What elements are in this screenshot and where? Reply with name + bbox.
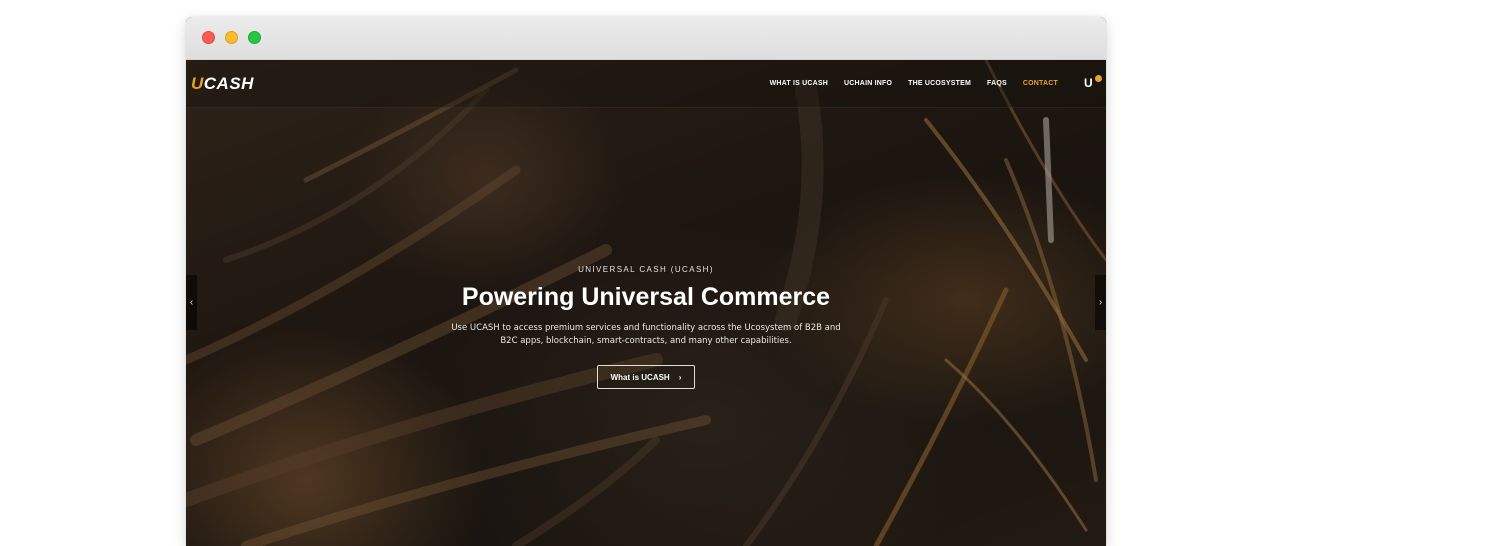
what-is-ucash-button[interactable]: What is UCASH ›: [596, 365, 696, 390]
hero-subtext: Use UCASH to access premium services and…: [451, 323, 841, 347]
zoom-window-button[interactable]: [248, 31, 261, 44]
close-window-button[interactable]: [202, 31, 215, 44]
site-header: UCASH WHAT IS UCASH UCHAIN INFO THE UCOS…: [186, 60, 1106, 108]
nav-item-faqs[interactable]: FAQS: [987, 80, 1007, 87]
main-nav: WHAT IS UCASH UCHAIN INFO THE UCOSYSTEM …: [770, 80, 1058, 87]
window-titlebar: [186, 17, 1106, 60]
chevron-right-icon: ›: [678, 372, 682, 382]
nav-item-what-is-ucash[interactable]: WHAT IS UCASH: [770, 80, 828, 87]
cta-label: What is UCASH: [610, 372, 670, 382]
nav-item-ucosystem[interactable]: THE UCOSYSTEM: [908, 80, 971, 87]
wallet-badge: [1095, 75, 1102, 82]
browser-window: UCASH WHAT IS UCASH UCHAIN INFO THE UCOS…: [186, 17, 1106, 546]
minimize-window-button[interactable]: [225, 31, 238, 44]
hero-eyebrow: UNIVERSAL CASH (UCASH): [578, 265, 714, 274]
ucash-logo[interactable]: UCASH: [191, 74, 254, 94]
nav-item-uchain-info[interactable]: UCHAIN INFO: [844, 80, 892, 87]
u-wallet-icon[interactable]: U: [1084, 75, 1102, 90]
page-viewport: UCASH WHAT IS UCASH UCHAIN INFO THE UCOS…: [186, 60, 1106, 546]
nav-item-contact[interactable]: CONTACT: [1023, 80, 1058, 87]
hero-content: UNIVERSAL CASH (UCASH) Powering Universa…: [186, 265, 1106, 390]
hero-headline: Powering Universal Commerce: [461, 283, 831, 311]
